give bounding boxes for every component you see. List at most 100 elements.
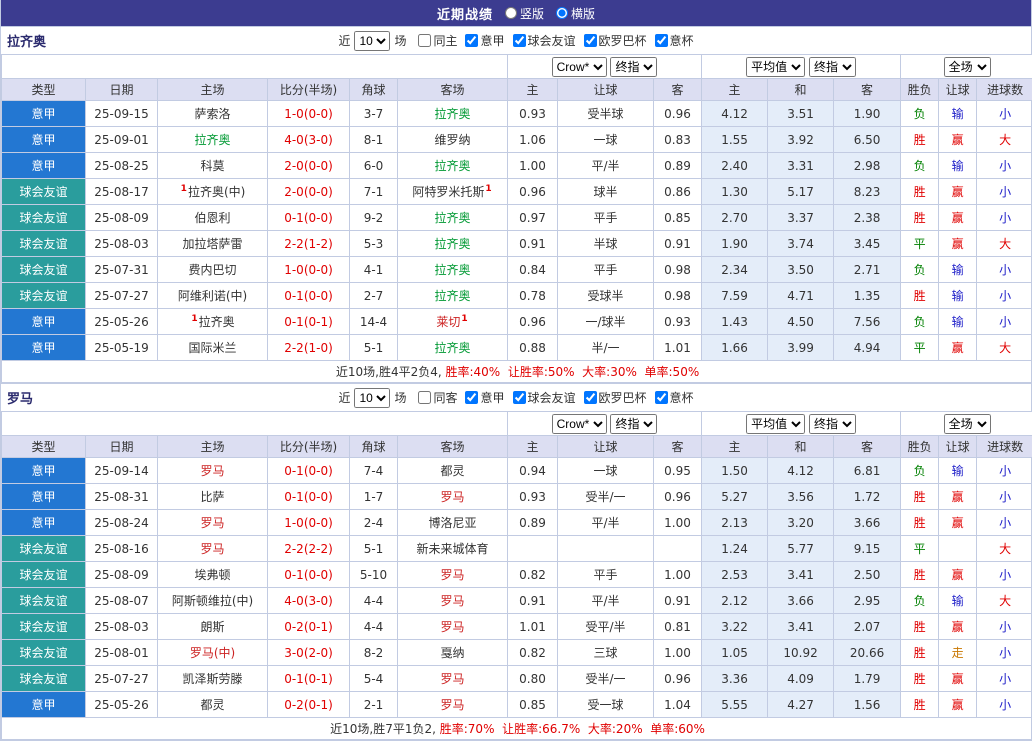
- final-odds-select[interactable]: 终指: [809, 414, 856, 434]
- bookmaker-select[interactable]: Crow*: [552, 414, 607, 434]
- filter-europa-league[interactable]: 欧罗巴杯: [584, 32, 647, 49]
- team-name[interactable]: 拉齐奥: [435, 159, 471, 173]
- filter-checkbox-serie-a[interactable]: [465, 391, 478, 404]
- final-odds-select[interactable]: 终指: [809, 57, 856, 77]
- goals-result-cell: 小: [977, 257, 1032, 283]
- date-cell: 25-08-17: [86, 179, 158, 205]
- filter-checkbox-europa-league[interactable]: [584, 34, 597, 47]
- team-name[interactable]: 罗马: [441, 672, 465, 686]
- filter-checkboxes: 同主意甲球会友谊欧罗巴杯意杯: [410, 32, 693, 50]
- odds-away-cell: 1.00: [654, 510, 702, 536]
- team-name[interactable]: 埃弗顿: [194, 568, 230, 582]
- score-cell: 0-1(0-0): [268, 458, 350, 484]
- filter-checkbox-serie-a[interactable]: [465, 34, 478, 47]
- team-name[interactable]: 莱切: [436, 315, 460, 329]
- team-name[interactable]: 罗马(中): [190, 646, 235, 660]
- team-name[interactable]: 拉齐奥: [435, 263, 471, 277]
- team-name[interactable]: 拉齐奥: [199, 315, 235, 329]
- col-result: 胜负: [901, 436, 939, 458]
- team-name[interactable]: 拉齐奥: [435, 237, 471, 251]
- recent-count-select[interactable]: 10: [354, 388, 390, 408]
- team-name[interactable]: 凯泽斯劳滕: [182, 672, 242, 686]
- team-name[interactable]: 科莫: [200, 159, 224, 173]
- team-name[interactable]: 罗马: [441, 620, 465, 634]
- team-name[interactable]: 拉齐奥: [435, 107, 471, 121]
- team-name[interactable]: 拉齐奥: [435, 341, 471, 355]
- filter-serie-a[interactable]: 意甲: [465, 389, 504, 406]
- team-name[interactable]: 比萨: [200, 490, 224, 504]
- average-select[interactable]: 平均值: [746, 414, 805, 434]
- handicap-cell: 平手: [558, 205, 654, 231]
- handicap-result-cell: 赢: [939, 666, 977, 692]
- handicap-result-cell: 输: [939, 283, 977, 309]
- team-name[interactable]: 朗斯: [200, 620, 224, 634]
- goals-result-cell: 大: [977, 231, 1032, 257]
- team-name[interactable]: 拉齐奥(中): [188, 185, 245, 199]
- average-select[interactable]: 平均值: [746, 57, 805, 77]
- team-name[interactable]: 博洛尼亚: [429, 516, 477, 530]
- final-odds-select[interactable]: 终指: [610, 57, 657, 77]
- matches-label: 场: [394, 32, 406, 49]
- team-name[interactable]: 维罗纳: [435, 133, 471, 147]
- filter-club-friendly[interactable]: 球会友谊: [513, 32, 576, 49]
- away-team-cell: 戛纳: [398, 640, 508, 666]
- team-name[interactable]: 罗马: [200, 464, 224, 478]
- layout-vertical-radio[interactable]: [505, 7, 517, 19]
- team-name[interactable]: 罗马: [200, 516, 224, 530]
- team-name[interactable]: 罗马: [200, 542, 224, 556]
- col-handicap: 让球: [558, 436, 654, 458]
- corners-cell: 8-1: [350, 127, 398, 153]
- layout-horizontal-option[interactable]: 横版: [556, 5, 595, 22]
- col-handicap: 让球: [558, 79, 654, 101]
- team-name[interactable]: 罗马: [441, 490, 465, 504]
- team-name[interactable]: 费内巴切: [188, 263, 236, 277]
- filter-checkbox-coppa-italia[interactable]: [655, 391, 668, 404]
- layout-vertical-option[interactable]: 竖版: [505, 5, 544, 22]
- team-name[interactable]: 拉齐奥: [435, 211, 471, 225]
- filter-serie-a[interactable]: 意甲: [465, 32, 504, 49]
- scope-select[interactable]: 全场: [944, 414, 991, 434]
- filter-same-venue[interactable]: 同客: [418, 389, 457, 406]
- filter-checkbox-same-venue[interactable]: [418, 34, 431, 47]
- final-odds-select[interactable]: 终指: [610, 414, 657, 434]
- team-name[interactable]: 戛纳: [441, 646, 465, 660]
- filter-checkbox-same-venue[interactable]: [418, 391, 431, 404]
- date-cell: 25-08-31: [86, 484, 158, 510]
- team-name[interactable]: 罗马: [441, 568, 465, 582]
- odds-home-cell: 1.01: [508, 614, 558, 640]
- bookmaker-select[interactable]: Crow*: [552, 57, 607, 77]
- team-name[interactable]: 拉齐奥: [194, 133, 230, 147]
- team-name[interactable]: 阿维利诺(中): [178, 289, 247, 303]
- filter-coppa-italia[interactable]: 意杯: [655, 32, 694, 49]
- team-name[interactable]: 都灵: [200, 698, 224, 712]
- filter-checkbox-europa-league[interactable]: [584, 391, 597, 404]
- corners-cell: 7-1: [350, 179, 398, 205]
- home-team-cell: 1拉齐奥: [158, 309, 268, 335]
- filter-coppa-italia[interactable]: 意杯: [655, 389, 694, 406]
- recent-count-select[interactable]: 10: [354, 31, 390, 51]
- team-name[interactable]: 加拉塔萨雷: [182, 237, 242, 251]
- team-name[interactable]: 新未来城体育: [417, 542, 489, 556]
- scope-select[interactable]: 全场: [944, 57, 991, 77]
- filter-same-venue[interactable]: 同主: [418, 32, 457, 49]
- layout-horizontal-radio[interactable]: [556, 7, 568, 19]
- team-name[interactable]: 萨索洛: [194, 107, 230, 121]
- team-name[interactable]: 伯恩利: [194, 211, 230, 225]
- away-team-cell: 拉齐奥: [398, 153, 508, 179]
- team-name[interactable]: 罗马: [441, 594, 465, 608]
- home-team-cell: 罗马: [158, 536, 268, 562]
- avg-home-cell: 3.36: [702, 666, 768, 692]
- col-goals: 进球数: [977, 79, 1032, 101]
- team-name[interactable]: 拉齐奥: [435, 289, 471, 303]
- team-name[interactable]: 阿特罗米托斯: [412, 185, 484, 199]
- filter-checkbox-club-friendly[interactable]: [513, 391, 526, 404]
- filter-checkbox-club-friendly[interactable]: [513, 34, 526, 47]
- team-name[interactable]: 阿斯顿维拉(中): [172, 594, 253, 608]
- avg-draw-cell: 3.92: [768, 127, 834, 153]
- filter-club-friendly[interactable]: 球会友谊: [513, 389, 576, 406]
- team-name[interactable]: 国际米兰: [188, 341, 236, 355]
- filter-europa-league[interactable]: 欧罗巴杯: [584, 389, 647, 406]
- team-name[interactable]: 罗马: [441, 698, 465, 712]
- filter-checkbox-coppa-italia[interactable]: [655, 34, 668, 47]
- team-name[interactable]: 都灵: [441, 464, 465, 478]
